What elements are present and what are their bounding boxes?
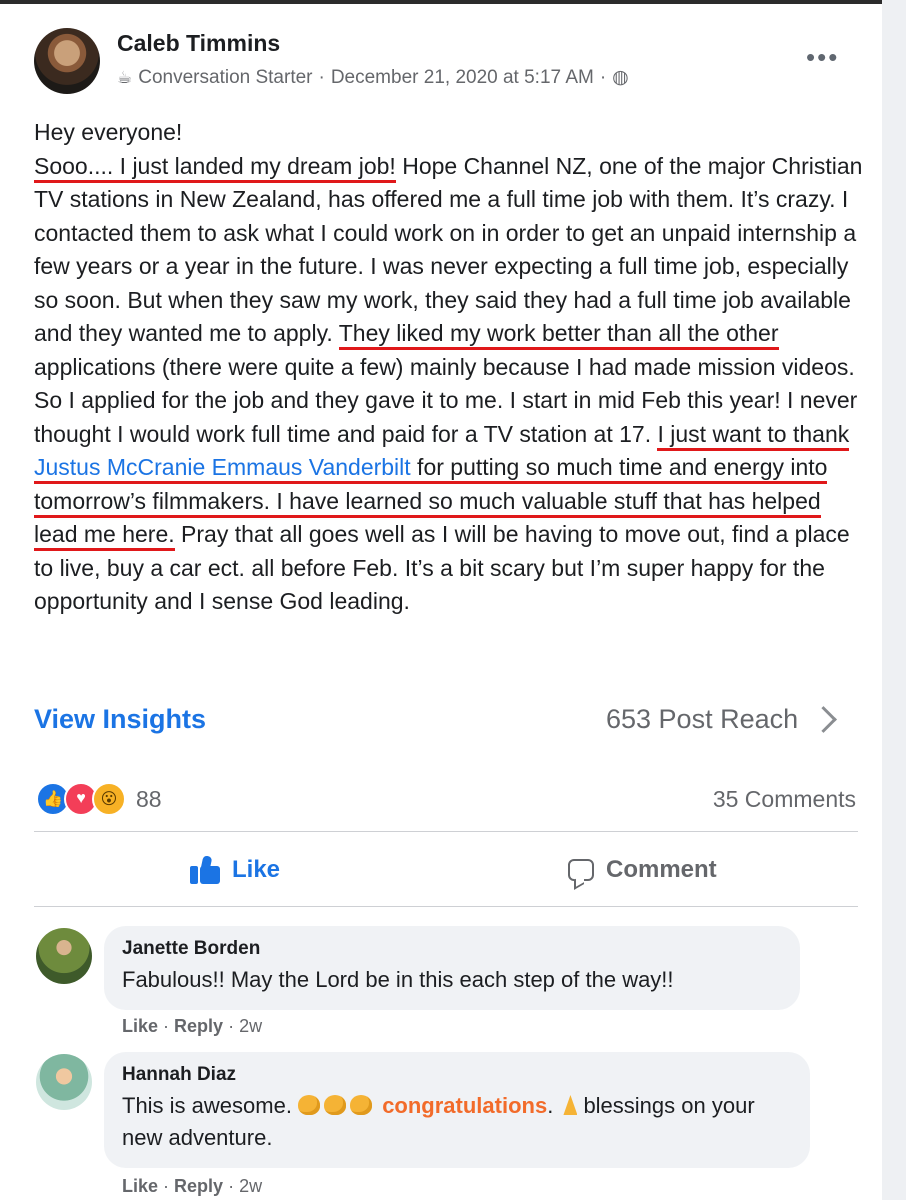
highlighted-phrase: Sooo.... I just landed my dream job! (34, 152, 396, 183)
highlighted-phrase: They liked my work better than all the o… (338, 320, 779, 350)
commenter-avatar[interactable] (36, 928, 92, 984)
divider (34, 831, 858, 832)
comment-reply-link[interactable]: Reply (174, 1016, 223, 1036)
meta-separator: · (599, 66, 607, 88)
coffee-cup-icon: ☕ (117, 67, 133, 87)
clapping-hands-icon (298, 1095, 321, 1115)
post-reach[interactable]: 653 Post Reach (606, 704, 838, 735)
post-greeting: Hey everyone! (34, 119, 183, 145)
author-name[interactable]: Caleb Timmins (117, 30, 280, 57)
post-timestamp[interactable]: December 21, 2020 at 5:17 AM (331, 67, 594, 89)
comment-like-link[interactable]: Like (122, 1016, 158, 1036)
comment-time[interactable]: 2w (239, 1016, 262, 1036)
mention-link[interactable]: Justus McCranie (34, 454, 205, 480)
conversation-starter-badge[interactable]: Conversation Starter (138, 67, 312, 89)
commenter-name[interactable]: Hannah Diaz (122, 1064, 792, 1086)
comment-actions: Like · Reply · 2w (122, 1016, 262, 1037)
post-card: Caleb Timmins ☕ Conversation Starter · D… (0, 4, 882, 1200)
post-reach-label: 653 Post Reach (606, 704, 799, 734)
reaction-count: 88 (136, 785, 162, 812)
comment-actions: Like · Reply · 2w (122, 1176, 262, 1197)
comment-button[interactable]: Comment (568, 856, 717, 884)
wow-icon: 😮 (92, 782, 126, 816)
thumbs-up-icon (190, 855, 220, 884)
comment-text-part: . (547, 1093, 560, 1118)
comment-action-separator: · (223, 1016, 240, 1036)
comment-text: This is awesome. congratulations. blessi… (122, 1090, 792, 1154)
comment-action-separator: · (223, 1176, 240, 1196)
comment-action-separator: · (158, 1016, 175, 1036)
chevron-right-icon (810, 706, 838, 733)
feed-background-strip (882, 0, 906, 1200)
mention-link[interactable]: Emmaus Vanderbilt (212, 454, 411, 480)
comment-bubble: Janette Borden Fabulous!! May the Lord b… (104, 926, 800, 1010)
more-options-icon[interactable]: ••• (806, 42, 839, 73)
reactions-summary[interactable]: 👍 ♥ 😮 88 (36, 782, 162, 816)
meta-separator: · (318, 66, 325, 88)
comment-bubble: Hannah Diaz This is awesome. congratulat… (104, 1052, 810, 1168)
praying-hands-icon (563, 1095, 578, 1115)
comment-like-link[interactable]: Like (122, 1176, 158, 1196)
comment-bubble-icon (568, 859, 594, 881)
comments-count[interactable]: 35 Comments (713, 786, 856, 813)
clapping-hands-icon (324, 1095, 347, 1115)
like-button-label: Like (232, 856, 281, 883)
comment-time[interactable]: 2w (239, 1176, 262, 1196)
post-meta: ☕ Conversation Starter · December 21, 20… (117, 66, 629, 89)
comment-button-label: Comment (606, 856, 717, 883)
commenter-name[interactable]: Janette Borden (122, 938, 782, 960)
view-insights-link[interactable]: View Insights (34, 704, 206, 735)
divider (34, 906, 858, 907)
comment-action-separator: · (158, 1176, 175, 1196)
like-button[interactable]: Like (190, 855, 281, 884)
globe-icon[interactable]: ◍ (612, 66, 629, 89)
clapping-hands-icon (350, 1095, 373, 1115)
commenter-avatar[interactable] (36, 1054, 92, 1110)
comment-text: Fabulous!! May the Lord be in this each … (122, 967, 674, 992)
comment-reply-link[interactable]: Reply (174, 1176, 223, 1196)
post-body: Hey everyone! Sooo.... I just landed my … (34, 116, 864, 619)
author-avatar[interactable] (34, 28, 100, 94)
comment-text-part: This is awesome. (122, 1093, 299, 1118)
post-paragraph: Sooo.... I just landed my dream job! Hop… (34, 150, 864, 619)
post-text: I just want to thank (657, 420, 850, 447)
highlighted-word: congratulations (382, 1093, 548, 1118)
